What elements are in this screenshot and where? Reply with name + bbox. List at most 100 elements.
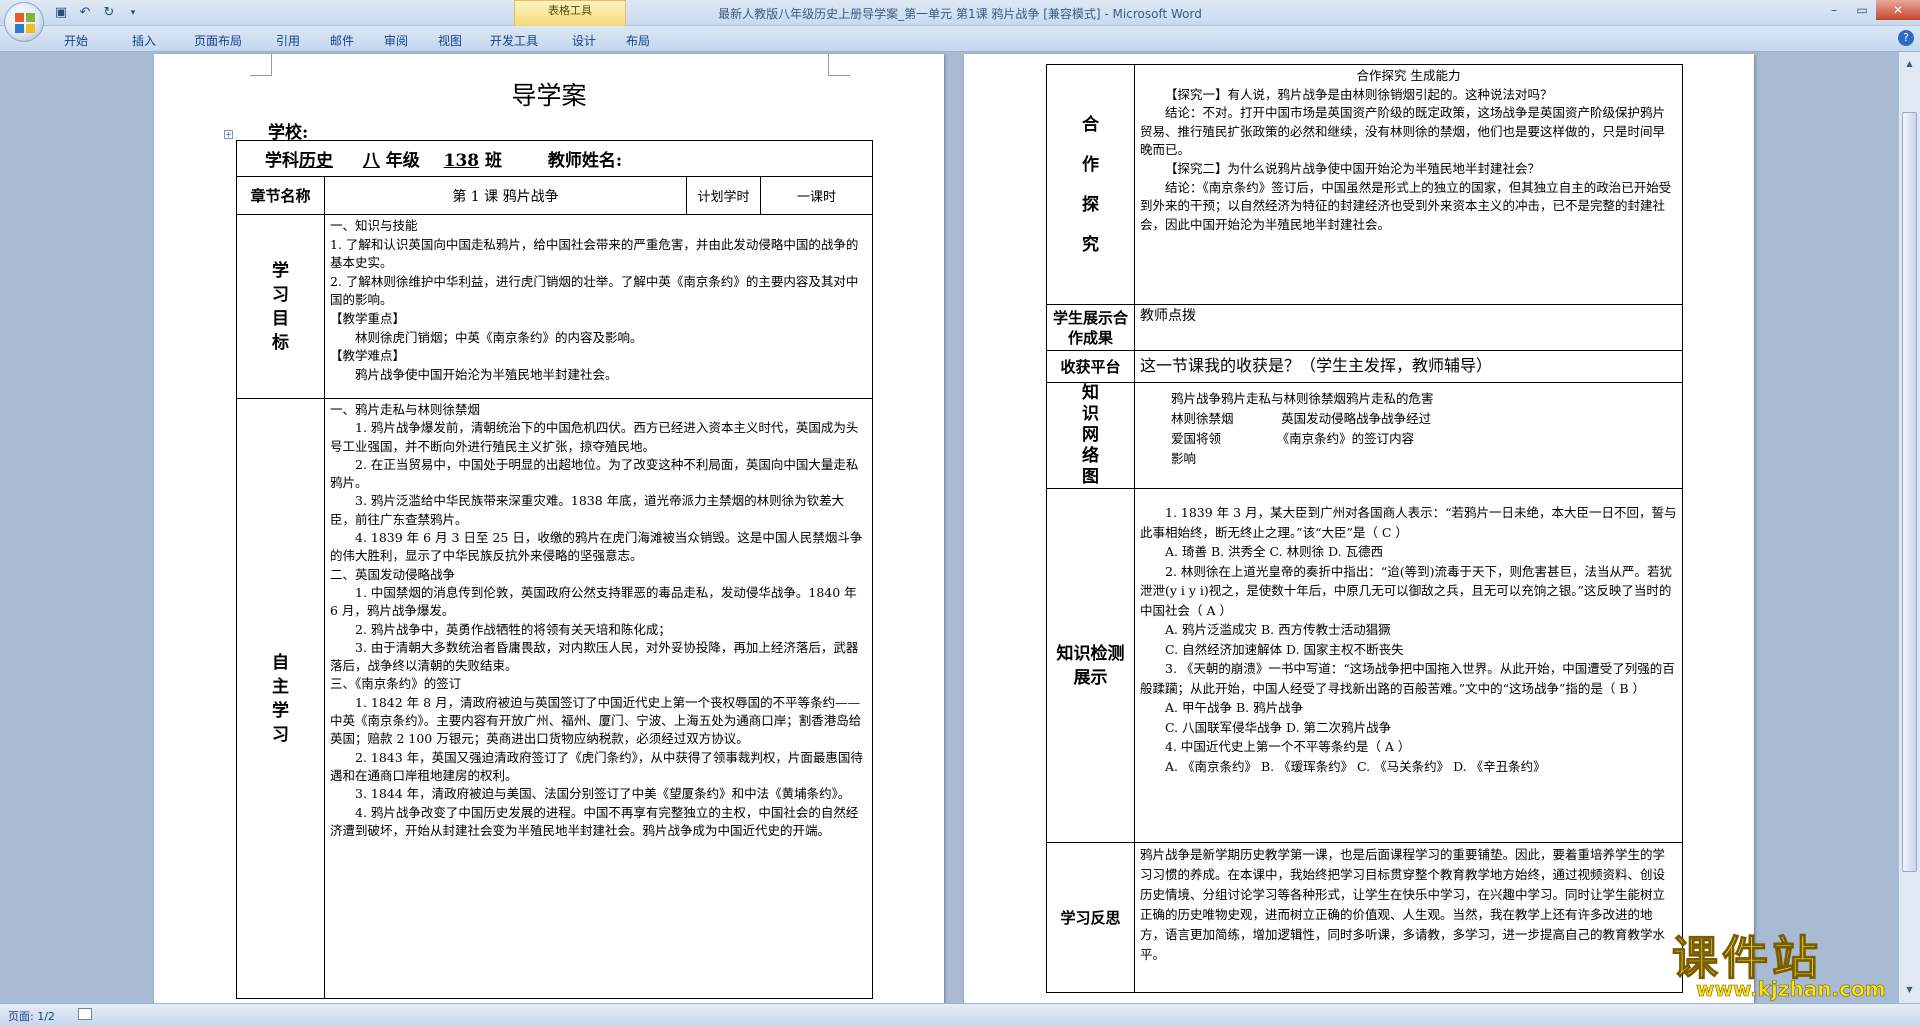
explore-line: 【探究一】有人说，鸦片战争是由林则徐销烟引起的。这种说法对吗？ bbox=[1165, 86, 1553, 102]
tab-page-layout[interactable]: 页面布局 bbox=[186, 30, 250, 51]
explore-line: 【探究二】为什么说鸦片战争使中国开始沦为半殖民地半封建社会？ bbox=[1165, 160, 1541, 176]
network-line: 爱国将领 《南京条约》的签订内容 bbox=[1171, 431, 1415, 446]
show-label: 学生展示合作成果 bbox=[1046, 304, 1135, 351]
self-study-label-text: 自主学习 bbox=[272, 652, 289, 745]
goals-line: 2. 了解林则徐维护中华利益，进行虎门销烟的壮举。了解中英《南京条约》的主要内容… bbox=[330, 273, 859, 308]
reflect-content: 鸦片战争是新学期历史教学第一课，也是后面课程学习的重要铺垫。因此，要着重培养学生… bbox=[1134, 842, 1683, 993]
self-study-line: 1. 1842 年 8 月，清政府被迫与英国签订了中国近代史上第一个丧权辱国的不… bbox=[330, 694, 862, 747]
goals-label: 学习目标 bbox=[236, 214, 325, 399]
tab-design[interactable]: 设计 bbox=[566, 30, 602, 51]
test-line: A. 琦善 B. 洪秀全 C. 林则徐 D. 瓦德西 bbox=[1165, 544, 1384, 559]
vertical-scrollbar[interactable]: ▲ ▼ bbox=[1898, 52, 1920, 1003]
tab-view[interactable]: 视图 bbox=[432, 30, 468, 51]
document-area: 导学案 学校: + 学科历史 八 年级 138 班 教师姓名: 章节名称 第 1… bbox=[0, 52, 1898, 1003]
explore-row: 合作探究 合作探究 生成能力 【探究一】有人说，鸦片战争是由林则徐销烟引起的。这… bbox=[1046, 64, 1683, 305]
goals-line: 【教学难点】 bbox=[330, 348, 406, 364]
self-study-line: 2. 鸦片战争中，英勇作战牺牲的将领有关天培和陈化成； bbox=[355, 621, 671, 637]
office-logo-icon bbox=[15, 13, 35, 33]
self-study-line: 一、鸦片走私与林则徐禁烟 bbox=[330, 402, 481, 417]
subject-value: 历史 bbox=[299, 151, 333, 171]
plan-hours-label: 计划学时 bbox=[686, 176, 761, 215]
tab-home[interactable]: 开始 bbox=[58, 30, 94, 51]
teacher-name-label: 教师姓名: bbox=[547, 151, 623, 171]
explore-line: 合作探究 生成能力 bbox=[1356, 68, 1461, 83]
chapter-label: 章节名称 bbox=[236, 176, 325, 215]
self-study-line: 三、《南京条约》的签订 bbox=[330, 676, 462, 692]
window-title: 最新人教版八年级历史上册导学案_第一单元 第1课 鸦片战争 [兼容模式] - M… bbox=[718, 7, 1202, 21]
test-row: 知识检测展示 1. 1839 年 3 月，某大臣到广州对各国商人表示：“若鸦片一… bbox=[1046, 488, 1683, 843]
window-controls: – ▭ ✕ bbox=[1820, 0, 1920, 20]
scrollbar-thumb[interactable] bbox=[1902, 112, 1917, 872]
self-study-line: 3. 1844 年，清政府被迫与美国、法国分别签订了中美《望厦条约》和中法《黄埔… bbox=[355, 786, 851, 802]
explore-content: 合作探究 生成能力 【探究一】有人说，鸦片战争是由林则徐销烟引起的。这种说法对吗… bbox=[1134, 64, 1683, 305]
proofing-icon[interactable] bbox=[78, 1008, 92, 1020]
help-icon[interactable]: ? bbox=[1898, 30, 1914, 46]
office-button[interactable] bbox=[4, 2, 44, 42]
document-title: 导学案 bbox=[511, 81, 587, 110]
self-study-content: 一、鸦片走私与林则徐禁烟 1. 鸦片战争爆发前，清朝统治下的中国危机四伏。西方已… bbox=[323, 398, 874, 999]
maximize-icon[interactable]: ▭ bbox=[1848, 0, 1876, 20]
test-line: C. 八国联军侵华战争 D. 第二次鸦片战争 bbox=[1165, 719, 1392, 735]
tab-layout[interactable]: 布局 bbox=[620, 30, 656, 51]
goals-line: 一、知识与技能 bbox=[330, 218, 418, 233]
goals-line: 鸦片战争使中国开始沦为半殖民地半封建社会。 bbox=[355, 366, 618, 382]
guide-table: 学科历史 八 年级 138 班 教师姓名: 章节名称 第 1 课 鸦片战争 计划… bbox=[235, 140, 874, 999]
goals-line: 1. 了解和认识英国向中国走私鸦片，给中国社会带来的严重危害，并由此发动侵略中国… bbox=[330, 236, 859, 271]
harvest-row: 收获平台 这一节课我的收获是？（学生主发挥，教师辅导） bbox=[1046, 350, 1683, 383]
minimize-icon[interactable]: – bbox=[1820, 0, 1848, 20]
test-line: A. 鸦片泛滥成灾 B. 西方传教士活动猖獗 bbox=[1165, 622, 1391, 637]
status-bar: 页面: 1/2 bbox=[0, 1003, 1920, 1025]
self-study-line: 二、英国发动侵略战争 bbox=[330, 566, 456, 582]
network-content: 鸦片战争鸦片走私与林则徐禁烟鸦片走私的危害 林则徐禁烟 英国发动侵略战争战争经过… bbox=[1134, 382, 1683, 489]
tab-review[interactable]: 审阅 bbox=[378, 30, 414, 51]
network-row: 知识网络图 鸦片战争鸦片走私与林则徐禁烟鸦片走私的危害 林则徐禁烟 英国发动侵略… bbox=[1046, 382, 1683, 489]
class-suffix: 班 bbox=[485, 151, 503, 171]
kjzhan-watermark: 课件站 www.kjzhan.com bbox=[1668, 922, 1918, 1007]
scroll-up-icon[interactable]: ▲ bbox=[1902, 56, 1917, 71]
self-study-label: 自主学习 bbox=[236, 398, 325, 999]
test-line: 1. 1839 年 3 月，某大臣到广州对各国商人表示：“若鸦片一日未绝，本大臣… bbox=[1140, 505, 1677, 540]
title-bar: ▣ ↶ ↻ ▾ 表格工具 最新人教版八年级历史上册导学案_第一单元 第1课 鸦片… bbox=[0, 0, 1920, 26]
watermark-url: www.kjzhan.com bbox=[1696, 977, 1886, 1002]
plan-hours-value: 一课时 bbox=[759, 176, 874, 215]
show-row: 学生展示合作成果 教师点拨 bbox=[1046, 304, 1683, 351]
tab-insert[interactable]: 插入 bbox=[118, 30, 170, 51]
self-study-line: 4. 1839 年 6 月 3 日至 25 日，收缴的鸦片在虎门海滩被当众销毁。… bbox=[330, 530, 863, 564]
reflect-label: 学习反思 bbox=[1046, 842, 1135, 993]
network-label: 知识网络图 bbox=[1046, 382, 1135, 489]
table-move-handle-icon[interactable]: + bbox=[224, 130, 233, 139]
test-line: 3. 《天朝的崩溃》一书中写道：“这场战争把中国拖入世界。从此开始，中国遭受了列… bbox=[1140, 661, 1675, 696]
goals-label-text: 学习目标 bbox=[272, 260, 289, 353]
explore-label-text: 合作探究 bbox=[1082, 114, 1099, 255]
self-study-row: 自主学习 一、鸦片走私与林则徐禁烟 1. 鸦片战争爆发前，清朝统治下的中国危机四… bbox=[236, 398, 874, 999]
tab-mailings[interactable]: 邮件 bbox=[324, 30, 360, 51]
tab-references[interactable]: 引用 bbox=[270, 30, 306, 51]
harvest-content: 这一节课我的收获是？（学生主发挥，教师辅导） bbox=[1134, 350, 1683, 383]
test-label: 知识检测展示 bbox=[1046, 488, 1135, 843]
tab-developer[interactable]: 开发工具 bbox=[484, 30, 544, 51]
header-cell: 学科历史 八 年级 138 班 教师姓名: bbox=[235, 140, 874, 177]
show-content: 教师点拨 bbox=[1134, 304, 1683, 351]
harvest-label: 收获平台 bbox=[1046, 350, 1135, 383]
header-row: 学科历史 八 年级 138 班 教师姓名: bbox=[235, 140, 874, 177]
self-study-line: 1. 中国禁烟的消息传到伦敦，英国政府公然支持罪恶的毒品走私，发动侵华战争。18… bbox=[330, 584, 857, 619]
network-line: 林则徐禁烟 英国发动侵略战争战争经过 bbox=[1171, 411, 1432, 426]
network-label-text: 知识网络图 bbox=[1082, 383, 1099, 487]
test-line: A. 《南京条约》 B. 《瑷珲条约》 C. 《马关条约》 D. 《辛丑条约》 bbox=[1165, 758, 1546, 774]
self-study-line: 2. 1843 年，英国又强迫清政府签订了《虎门条约》，从中获得了领事裁判权，片… bbox=[330, 749, 863, 783]
close-icon[interactable]: ✕ bbox=[1876, 0, 1920, 20]
explore-line: 结论：不对。打开中国市场是英国资产阶级的既定政策，这场战争是英国资产阶级保护鸦片… bbox=[1140, 105, 1666, 158]
guide-table-continued: 合作探究 合作探究 生成能力 【探究一】有人说，鸦片战争是由林则徐销烟引起的。这… bbox=[1046, 64, 1683, 993]
page-1: 导学案 学校: + 学科历史 八 年级 138 班 教师姓名: 章节名称 第 1… bbox=[154, 54, 944, 1003]
crop-mark bbox=[250, 54, 272, 76]
self-study-line: 3. 由于清朝大多数统治者昏庸畏敌，对内欺压人民，对外妥协投降，再加上经济落后，… bbox=[330, 639, 859, 674]
page-counter[interactable]: 页面: 1/2 bbox=[8, 1008, 55, 1024]
ribbon: 开始 插入 页面布局 引用 邮件 审阅 视图 开发工具 设计 布局 ? bbox=[0, 26, 1920, 52]
page-2: 合作探究 合作探究 生成能力 【探究一】有人说，鸦片战争是由林则徐销烟引起的。这… bbox=[964, 54, 1754, 1003]
chapter-title: 第 1 课 鸦片战争 bbox=[324, 176, 687, 215]
self-study-line: 4. 鸦片战争改变了中国历史发展的进程。中国不再享有完整独立的主权，中国社会的自… bbox=[330, 804, 859, 838]
test-content: 1. 1839 年 3 月，某大臣到广州对各国商人表示：“若鸦片一日未绝，本大臣… bbox=[1134, 488, 1683, 843]
explore-line: 结论：《南京条约》签订后，中国虽然是形式上的独立的国家，但其独立自主的政治已开始… bbox=[1140, 179, 1672, 232]
reflect-row: 学习反思 鸦片战争是新学期历史教学第一课，也是后面课程学习的重要铺垫。因此，要着… bbox=[1046, 842, 1683, 993]
crop-mark bbox=[828, 54, 850, 76]
